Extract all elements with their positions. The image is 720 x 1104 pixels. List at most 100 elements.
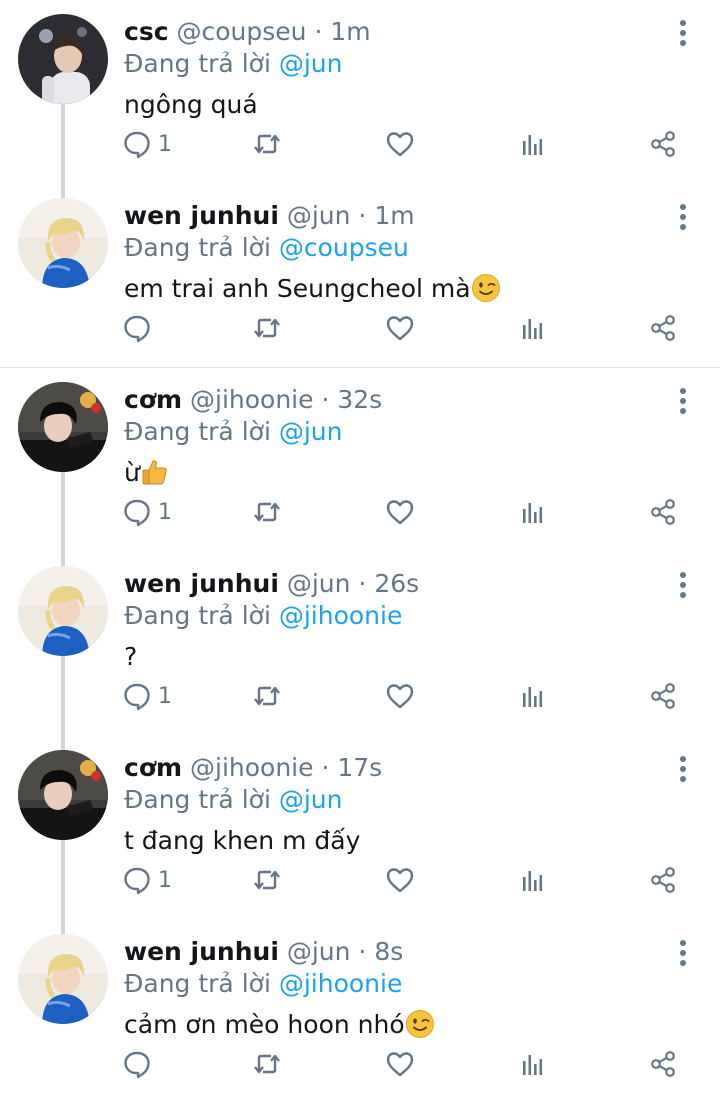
stats-button[interactable] <box>517 306 547 350</box>
mention-link[interactable]: @jihoonie <box>279 601 403 630</box>
more-options-button[interactable] <box>668 202 698 232</box>
reply-count: 1 <box>158 499 172 525</box>
tweet-6[interactable]: wen junhui @jun · 8s Đang trả lời @jihoo… <box>0 920 720 1104</box>
more-options-button[interactable] <box>668 754 698 784</box>
like-button[interactable] <box>385 306 415 350</box>
separator-dot: · <box>350 569 375 598</box>
user-handle[interactable]: @jun <box>287 569 351 598</box>
like-button[interactable] <box>385 490 415 534</box>
display-name[interactable]: wen junhui <box>124 937 279 966</box>
separator-dot: · <box>350 937 375 966</box>
share-button[interactable] <box>648 858 678 902</box>
reply-button[interactable]: 1 <box>122 674 172 718</box>
timestamp[interactable]: 32s <box>337 385 382 414</box>
like-button[interactable] <box>385 1042 415 1086</box>
timestamp[interactable]: 8s <box>374 937 403 966</box>
user-handle[interactable]: @jun <box>287 937 351 966</box>
display-name[interactable]: wen junhui <box>124 201 279 230</box>
replying-to-label: Đang trả lời <box>124 969 279 998</box>
timestamp[interactable]: 1m <box>330 17 370 46</box>
display-name[interactable]: wen junhui <box>124 569 279 598</box>
user-handle[interactable]: @coupseu <box>176 17 306 46</box>
stats-button[interactable] <box>517 858 547 902</box>
reply-count: 1 <box>158 131 172 157</box>
mention-link[interactable]: @jun <box>279 417 343 446</box>
reply-icon <box>124 683 150 711</box>
share-button[interactable] <box>648 122 678 166</box>
stats-button[interactable] <box>517 490 547 534</box>
display-name[interactable]: csc <box>124 17 169 46</box>
reply-icon <box>124 867 150 895</box>
stats-button[interactable] <box>517 1042 547 1086</box>
stats-icon <box>523 319 543 339</box>
timestamp[interactable]: 1m <box>374 201 414 230</box>
retweet-button[interactable] <box>252 1042 282 1086</box>
mention-link[interactable]: @coupseu <box>279 233 409 262</box>
like-button[interactable] <box>385 122 415 166</box>
tweet-1[interactable]: csc @coupseu · 1m Đang trả lời @jun ngôn… <box>0 0 720 184</box>
like-icon <box>386 1052 414 1077</box>
timestamp[interactable]: 17s <box>337 753 382 782</box>
mention-link[interactable]: @jun <box>279 49 343 78</box>
like-button[interactable] <box>385 858 415 902</box>
retweet-button[interactable] <box>252 306 282 350</box>
avatar-com[interactable] <box>18 382 108 472</box>
retweet-button[interactable] <box>252 490 282 534</box>
replying-to: Đang trả lời @jun <box>124 784 342 816</box>
replying-to: Đang trả lời @jihoonie <box>124 600 402 632</box>
retweet-button[interactable] <box>252 858 282 902</box>
tweet-header: csc @coupseu · 1m <box>124 16 371 48</box>
like-button[interactable] <box>385 674 415 718</box>
tweet-5[interactable]: cơm @jihoonie · 17s Đang trả lời @jun t … <box>0 736 720 920</box>
reply-icon <box>124 499 150 527</box>
tweet-2[interactable]: wen junhui @jun · 1m Đang trả lời @coups… <box>0 184 720 368</box>
reply-button[interactable]: 1 <box>122 122 172 166</box>
stats-button[interactable] <box>517 674 547 718</box>
tweet-3[interactable]: cơm @jihoonie · 32s Đang trả lời @jun ừ … <box>0 368 720 552</box>
avatar-wen[interactable] <box>18 198 108 288</box>
mention-link[interactable]: @jun <box>279 785 343 814</box>
tweet-thread: csc @coupseu · 1m Đang trả lời @jun ngôn… <box>0 0 720 1099</box>
more-options-button[interactable] <box>668 18 698 48</box>
retweet-icon <box>254 318 280 338</box>
tweet-text: cảm ơn mèo hoon nhó <box>124 1007 435 1043</box>
stats-button[interactable] <box>517 122 547 166</box>
user-handle[interactable]: @jihoonie <box>190 385 314 414</box>
more-options-button[interactable] <box>668 938 698 968</box>
tweet-text: ngông quá <box>124 87 258 123</box>
tweet-header: wen junhui @jun · 26s <box>124 568 419 600</box>
avatar-wen[interactable] <box>18 934 108 1024</box>
retweet-icon <box>254 686 280 706</box>
tweet-4[interactable]: wen junhui @jun · 26s Đang trả lời @jiho… <box>0 552 720 736</box>
display-name[interactable]: cơm <box>124 385 182 414</box>
user-handle[interactable]: @jihoonie <box>190 753 314 782</box>
more-options-button[interactable] <box>668 386 698 416</box>
separator-dot: · <box>313 385 338 414</box>
timestamp[interactable]: 26s <box>374 569 419 598</box>
winking-face-emoji <box>471 274 500 302</box>
reply-button[interactable]: 1 <box>122 490 172 534</box>
reply-count: 1 <box>158 867 172 893</box>
avatar-com[interactable] <box>18 750 108 840</box>
user-handle[interactable]: @jun <box>287 201 351 230</box>
reply-button[interactable] <box>122 306 158 350</box>
more-vertical-icon <box>680 20 686 46</box>
reply-button[interactable] <box>122 1042 158 1086</box>
replying-to-label: Đang trả lời <box>124 417 279 446</box>
retweet-button[interactable] <box>252 122 282 166</box>
mention-link[interactable]: @jihoonie <box>279 969 403 998</box>
display-name[interactable]: cơm <box>124 753 182 782</box>
share-button[interactable] <box>648 1042 678 1086</box>
retweet-icon <box>254 502 280 522</box>
winking-face-emoji <box>405 1010 434 1038</box>
avatar-wen[interactable] <box>18 566 108 656</box>
more-options-button[interactable] <box>668 570 698 600</box>
share-button[interactable] <box>648 674 678 718</box>
reply-button[interactable]: 1 <box>122 858 172 902</box>
replying-to: Đang trả lời @jun <box>124 416 342 448</box>
retweet-button[interactable] <box>252 674 282 718</box>
share-button[interactable] <box>648 490 678 534</box>
avatar-csc[interactable] <box>18 14 108 104</box>
share-button[interactable] <box>648 306 678 350</box>
more-vertical-icon <box>680 572 686 598</box>
